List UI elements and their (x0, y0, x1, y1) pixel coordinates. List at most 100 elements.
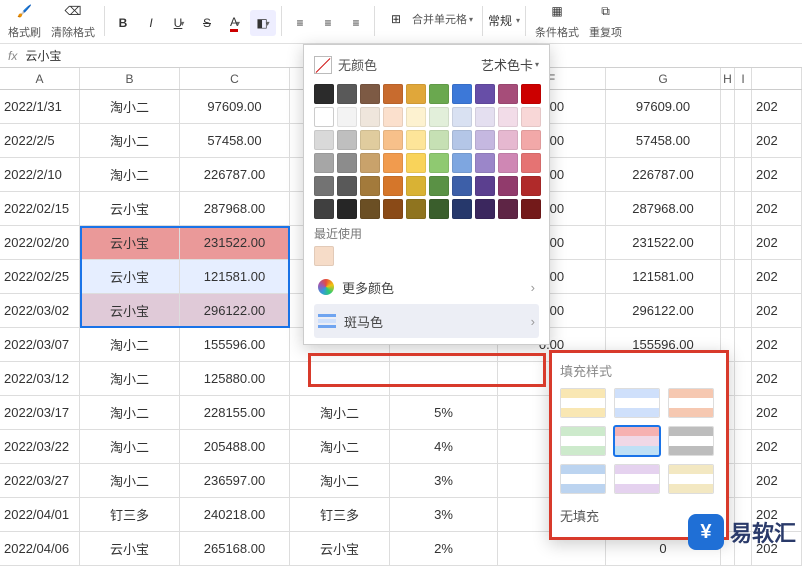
cell[interactable]: 2022/03/07 (0, 328, 80, 362)
cell[interactable]: 云小宝 (80, 192, 180, 226)
color-swatch[interactable] (406, 176, 426, 196)
cell[interactable]: 265168.00 (180, 532, 290, 566)
cell[interactable]: 云小宝 (80, 226, 180, 260)
color-swatch[interactable] (452, 84, 472, 104)
cell[interactable]: 202 (752, 464, 802, 498)
cell[interactable]: 2022/02/15 (0, 192, 80, 226)
cell[interactable]: 3% (390, 464, 498, 498)
color-swatch[interactable] (406, 153, 426, 173)
color-swatch[interactable] (521, 130, 541, 150)
cell[interactable] (735, 158, 752, 192)
color-swatch[interactable] (406, 199, 426, 219)
cell[interactable]: 淘小二 (290, 464, 390, 498)
column-header[interactable]: B (80, 68, 180, 89)
cell[interactable]: 121581.00 (606, 260, 721, 294)
format-painter-group[interactable]: 🖌️ 格式刷 (4, 0, 45, 40)
cell[interactable]: 2% (390, 532, 498, 566)
color-swatch[interactable] (360, 107, 380, 127)
cell[interactable]: 121581.00 (180, 260, 290, 294)
cell[interactable]: 236597.00 (180, 464, 290, 498)
palette-type-select[interactable]: 艺术色卡 ▾ (481, 55, 539, 74)
cell[interactable]: 淘小二 (80, 430, 180, 464)
color-swatch[interactable] (406, 130, 426, 150)
cell[interactable]: 231522.00 (180, 226, 290, 260)
color-swatch[interactable] (498, 107, 518, 127)
cell[interactable]: 2022/03/22 (0, 430, 80, 464)
cell[interactable] (735, 464, 752, 498)
cell[interactable] (721, 192, 735, 226)
underline-button[interactable]: U▾ (166, 10, 192, 36)
cell[interactable]: 228155.00 (180, 396, 290, 430)
color-swatch[interactable] (383, 130, 403, 150)
color-swatch[interactable] (498, 153, 518, 173)
align-center-button[interactable]: ≡ (315, 10, 341, 36)
color-swatch[interactable] (383, 153, 403, 173)
cell[interactable]: 淘小二 (80, 396, 180, 430)
cell[interactable]: 淘小二 (80, 464, 180, 498)
fill-style-option[interactable] (668, 426, 714, 456)
color-swatch[interactable] (360, 130, 380, 150)
color-swatch[interactable] (314, 176, 334, 196)
fill-style-option[interactable] (560, 426, 606, 456)
font-color-button[interactable]: A▾ (222, 10, 248, 36)
number-format-select[interactable]: 常规 (488, 12, 512, 29)
clear-format-group[interactable]: ⌫ 清除格式 (47, 0, 99, 40)
cell[interactable] (390, 362, 498, 396)
color-swatch[interactable] (337, 199, 357, 219)
cell[interactable]: 155596.00 (180, 328, 290, 362)
cell[interactable]: 202 (752, 260, 802, 294)
cell[interactable] (721, 226, 735, 260)
cell[interactable] (721, 260, 735, 294)
merge-cells-group[interactable]: ⊞ 合并单元格 ▾ (380, 8, 477, 30)
color-swatch[interactable] (383, 84, 403, 104)
cell[interactable]: 296122.00 (606, 294, 721, 328)
cell[interactable]: 云小宝 (80, 294, 180, 328)
cell[interactable]: 钉三多 (80, 498, 180, 532)
color-swatch[interactable] (475, 153, 495, 173)
color-swatch[interactable] (360, 153, 380, 173)
cell[interactable]: 57458.00 (180, 124, 290, 158)
color-swatch[interactable] (498, 84, 518, 104)
color-swatch[interactable] (337, 107, 357, 127)
cell[interactable]: 2022/03/17 (0, 396, 80, 430)
cell[interactable]: 202 (752, 430, 802, 464)
color-swatch[interactable] (429, 153, 449, 173)
conditional-format-group[interactable]: ▦ 条件格式 (531, 0, 583, 40)
fill-style-option[interactable] (560, 388, 606, 418)
cell[interactable]: 5% (390, 396, 498, 430)
cell[interactable]: 287968.00 (606, 192, 721, 226)
align-left-button[interactable]: ≡ (287, 10, 313, 36)
cell[interactable]: 2022/03/27 (0, 464, 80, 498)
color-swatch[interactable] (475, 176, 495, 196)
column-header[interactable] (752, 68, 802, 89)
cell[interactable]: 2022/04/01 (0, 498, 80, 532)
cell[interactable] (735, 260, 752, 294)
cell[interactable]: 2022/04/06 (0, 532, 80, 566)
cell[interactable]: 202 (752, 362, 802, 396)
color-swatch[interactable] (383, 107, 403, 127)
cell[interactable]: 淘小二 (290, 396, 390, 430)
cell[interactable]: 97609.00 (606, 90, 721, 124)
color-swatch[interactable] (452, 107, 472, 127)
cell[interactable]: 淘小二 (80, 328, 180, 362)
cell[interactable] (721, 124, 735, 158)
column-header[interactable]: G (606, 68, 721, 89)
zebra-fill-item[interactable]: 斑马色 › (314, 304, 539, 338)
cell[interactable] (290, 362, 390, 396)
cell[interactable]: 淘小二 (290, 430, 390, 464)
fill-style-option[interactable] (614, 464, 660, 494)
cell[interactable]: 205488.00 (180, 430, 290, 464)
color-swatch[interactable] (429, 84, 449, 104)
cell[interactable]: 淘小二 (80, 124, 180, 158)
cell[interactable]: 2022/2/10 (0, 158, 80, 192)
color-swatch[interactable] (429, 130, 449, 150)
strike-button[interactable]: S (194, 10, 220, 36)
color-swatch[interactable] (521, 107, 541, 127)
color-swatch[interactable] (314, 130, 334, 150)
column-header[interactable]: C (180, 68, 290, 89)
cell[interactable]: 淘小二 (80, 90, 180, 124)
color-swatch[interactable] (475, 130, 495, 150)
color-swatch[interactable] (337, 176, 357, 196)
fill-color-button[interactable]: ◧▾ (250, 10, 276, 36)
color-swatch[interactable] (314, 199, 334, 219)
